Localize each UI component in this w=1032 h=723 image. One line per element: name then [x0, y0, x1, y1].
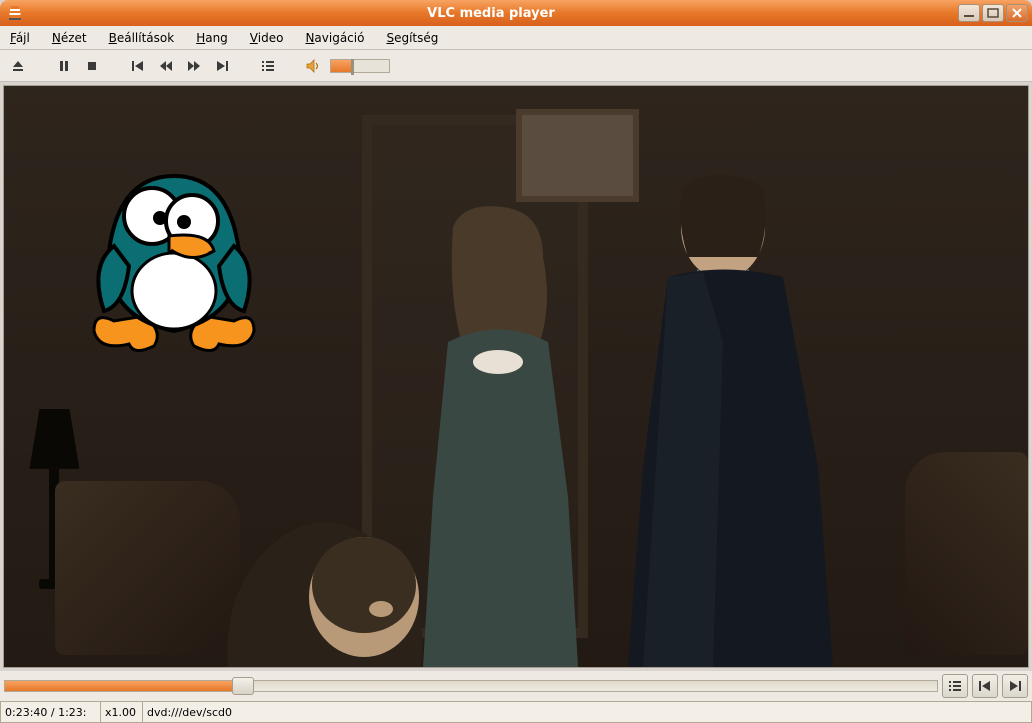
status-time: 0:23:40 / 1:23:	[0, 701, 100, 723]
menu-audio-label: ang	[205, 31, 228, 45]
toolbar	[0, 50, 1032, 82]
volume-thumb[interactable]	[351, 59, 354, 75]
pause-button[interactable]	[52, 55, 76, 77]
menu-view-label: ézet	[61, 31, 87, 45]
menu-video-label: ideo	[258, 31, 284, 45]
next-button[interactable]	[210, 55, 234, 77]
status-source: dvd:///dev/scd0	[142, 701, 1032, 723]
minimize-button[interactable]	[958, 4, 980, 22]
seek-slider[interactable]	[4, 680, 938, 692]
menu-help[interactable]: Segítség	[382, 29, 442, 47]
maximize-button[interactable]	[982, 4, 1004, 22]
seek-row	[0, 671, 1032, 701]
next-track-button[interactable]	[1002, 674, 1028, 698]
menu-help-label: egítség	[394, 31, 438, 45]
menu-view[interactable]: Nézet	[48, 29, 91, 47]
menubar: Fájl Nézet Beállítások Hang Video Navigá…	[0, 26, 1032, 50]
seek-thumb[interactable]	[232, 677, 254, 695]
app-icon	[6, 4, 24, 22]
penguin-logo-overlay	[74, 156, 274, 356]
menu-navigation-label: avigáció	[314, 31, 364, 45]
menu-settings-label: eállítások	[117, 31, 174, 45]
status-speed: x1.00	[100, 701, 142, 723]
menu-settings[interactable]: Beállítások	[105, 29, 179, 47]
video-area[interactable]	[3, 85, 1029, 668]
fastforward-button[interactable]	[182, 55, 206, 77]
menu-file-label: ájl	[16, 31, 30, 45]
eject-button[interactable]	[6, 55, 30, 77]
playlist-button[interactable]	[942, 674, 968, 698]
titlebar: VLC media player	[0, 0, 1032, 26]
menu-navigation[interactable]: Navigáció	[301, 29, 368, 47]
window-title: VLC media player	[24, 6, 958, 21]
previous-button[interactable]	[126, 55, 150, 77]
volume-slider[interactable]	[330, 59, 390, 73]
menu-video[interactable]: Video	[246, 29, 288, 47]
previous-track-button[interactable]	[972, 674, 998, 698]
playlist-toggle-button[interactable]	[256, 55, 280, 77]
video-frame	[4, 86, 1028, 667]
stop-button[interactable]	[80, 55, 104, 77]
volume-fill	[331, 60, 351, 72]
statusbar: 0:23:40 / 1:23: x1.00 dvd:///dev/scd0	[0, 701, 1032, 723]
window-controls	[958, 4, 1028, 22]
mute-button[interactable]	[302, 55, 326, 77]
menu-file[interactable]: Fájl	[6, 29, 34, 47]
close-button[interactable]	[1006, 4, 1028, 22]
rewind-button[interactable]	[154, 55, 178, 77]
seek-fill	[5, 681, 243, 691]
menu-audio[interactable]: Hang	[192, 29, 232, 47]
